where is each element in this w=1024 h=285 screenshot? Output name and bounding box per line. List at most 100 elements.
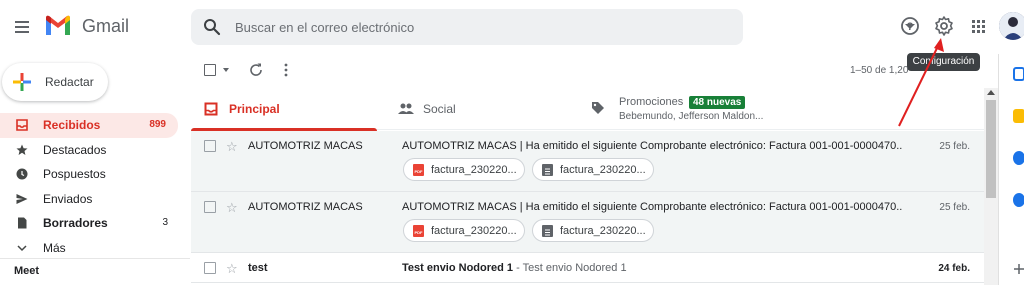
chevron-down-icon (17, 245, 27, 252)
document-icon (542, 164, 553, 176)
email-list: ☆ AUTOMOTRIZ MACAS AUTOMOTRIZ MACAS | Ha… (191, 131, 984, 283)
sidebar-item-label: Enviados (43, 191, 93, 206)
sidebar-item-starred[interactable]: Destacados (0, 138, 180, 163)
subject-text: AUTOMOTRIZ MACAS | Ha emitido el siguien… (402, 140, 902, 152)
help-icon[interactable]: ? (899, 15, 921, 37)
pdf-icon: PDF (413, 164, 424, 176)
sidebar-item-sent[interactable]: Enviados (0, 187, 180, 212)
scroll-up-arrow-icon[interactable] (987, 90, 995, 95)
email-subject: Test envio Nodored 1 - Test envio Nodore… (402, 262, 902, 274)
gmail-window: Gmail ? (0, 0, 1024, 285)
tab-label: Principal (229, 102, 280, 116)
more-options-icon[interactable] (281, 62, 291, 78)
tab-principal[interactable]: Principal (191, 88, 377, 131)
tab-social[interactable]: Social (385, 88, 571, 130)
compose-button[interactable]: Redactar (2, 63, 108, 101)
document-icon (542, 225, 553, 237)
keep-icon[interactable] (1013, 109, 1024, 123)
gear-icon[interactable] (933, 15, 955, 37)
subject-snippet: - Test envio Nodored 1 (513, 262, 627, 274)
email-subject: AUTOMOTRIZ MACAS | Ha emitido el siguien… (402, 140, 902, 152)
inbox-tab-icon (204, 102, 218, 116)
row-checkbox[interactable] (204, 201, 216, 213)
meet-heading: Meet (14, 265, 40, 277)
sidebar-item-snoozed[interactable]: Pospuestos (0, 162, 180, 187)
sidebar-divider (0, 258, 190, 259)
email-sender: test (248, 262, 268, 274)
apps-grid-icon[interactable] (967, 15, 989, 37)
tab-label: Social (423, 102, 456, 116)
add-addon-icon[interactable] (1013, 263, 1024, 275)
sidebar-item-label: Recibidos (43, 118, 101, 132)
top-bar: Gmail ? (0, 0, 1024, 54)
email-row[interactable]: ☆ AUTOMOTRIZ MACAS AUTOMOTRIZ MACAS | Ha… (191, 192, 984, 253)
svg-text:?: ? (907, 21, 914, 33)
unread-count: 899 (149, 119, 166, 130)
contacts-icon[interactable] (1013, 193, 1024, 207)
email-row[interactable]: ☆ AUTOMOTRIZ MACAS AUTOMOTRIZ MACAS | Ha… (191, 131, 984, 192)
attachment-chip[interactable]: factura_230220... (532, 158, 654, 181)
search-input[interactable] (235, 9, 705, 45)
attachment-chip[interactable]: PDF factura_230220... (403, 219, 525, 242)
sidebar-item-inbox[interactable]: Recibidos 899 (0, 113, 178, 138)
clock-icon (16, 168, 28, 180)
row-checkbox[interactable] (204, 140, 216, 152)
email-row[interactable]: ☆ test Test envio Nodored 1 - Test envio… (191, 253, 984, 283)
sidebar-item-drafts[interactable]: Borradores 3 (0, 211, 180, 236)
sidebar-item-label: Más (43, 240, 66, 255)
tasks-icon[interactable] (1013, 151, 1024, 165)
svg-text:PDF: PDF (415, 169, 424, 174)
new-count-badge: 48 nuevas (689, 96, 746, 109)
calendar-icon[interactable] (1013, 67, 1024, 81)
compose-label: Redactar (45, 75, 94, 89)
subject-text: AUTOMOTRIZ MACAS | Ha emitido el siguien… (402, 201, 902, 213)
menu-icon[interactable] (10, 15, 34, 39)
tag-icon (592, 102, 604, 114)
email-sender: AUTOMOTRIZ MACAS (248, 140, 363, 152)
app-name: Gmail (82, 16, 130, 36)
people-icon (398, 103, 414, 114)
sidebar-item-label: Destacados (43, 142, 107, 157)
email-date: 25 feb. (939, 202, 970, 213)
email-date: 24 feb. (938, 263, 970, 274)
plus-icon (13, 73, 31, 91)
star-icon[interactable]: ☆ (226, 262, 238, 275)
draft-icon (18, 217, 27, 229)
select-caret-icon[interactable] (223, 68, 229, 72)
pagination-text: 1–50 de 1,20 (850, 65, 908, 76)
refresh-icon[interactable] (248, 62, 264, 78)
avatar[interactable] (999, 12, 1024, 40)
star-icon (16, 144, 28, 155)
tab-promociones[interactable]: Promociones 48 nuevas Bebemundo, Jeffers… (591, 88, 791, 130)
search-icon[interactable] (203, 18, 221, 36)
email-subject: AUTOMOTRIZ MACAS | Ha emitido el siguien… (402, 201, 902, 213)
attachment-chip[interactable]: factura_230220... (532, 219, 654, 242)
attachment-name: factura_230220... (560, 225, 646, 237)
attachment-chip[interactable]: PDF factura_230220... (403, 158, 525, 181)
scrollbar-thumb[interactable] (986, 100, 996, 198)
drafts-count: 3 (162, 217, 168, 229)
attachment-name: factura_230220... (431, 164, 517, 176)
sidebar-item-more[interactable]: Más (0, 236, 180, 261)
subject-text: Test envio Nodored 1 (402, 262, 514, 274)
gmail-logo[interactable] (44, 15, 72, 37)
sidebar-item-label: Pospuestos (43, 167, 106, 182)
star-icon[interactable]: ☆ (226, 140, 238, 153)
list-toolbar: 1–50 de 1,20 (191, 56, 984, 86)
email-sender: AUTOMOTRIZ MACAS (248, 201, 363, 213)
star-icon[interactable]: ☆ (226, 201, 238, 214)
inbox-icon (16, 119, 28, 131)
tab-senders-preview: Bebemundo, Jefferson Maldon... (619, 111, 764, 122)
email-date: 25 feb. (939, 141, 970, 152)
attachment-name: factura_230220... (431, 225, 517, 237)
row-checkbox[interactable] (204, 262, 216, 274)
scrollbar[interactable] (984, 88, 998, 285)
attachment-name: factura_230220... (560, 164, 646, 176)
sidebar-nav: Recibidos 899 Destacados Pospuestos Envi… (0, 113, 180, 261)
svg-text:PDF: PDF (415, 230, 424, 235)
select-all-checkbox[interactable] (204, 64, 216, 76)
sidebar-item-label: Borradores (43, 216, 108, 231)
side-panel (998, 54, 1024, 285)
pdf-icon: PDF (413, 225, 424, 237)
search-bar[interactable] (191, 9, 915, 45)
